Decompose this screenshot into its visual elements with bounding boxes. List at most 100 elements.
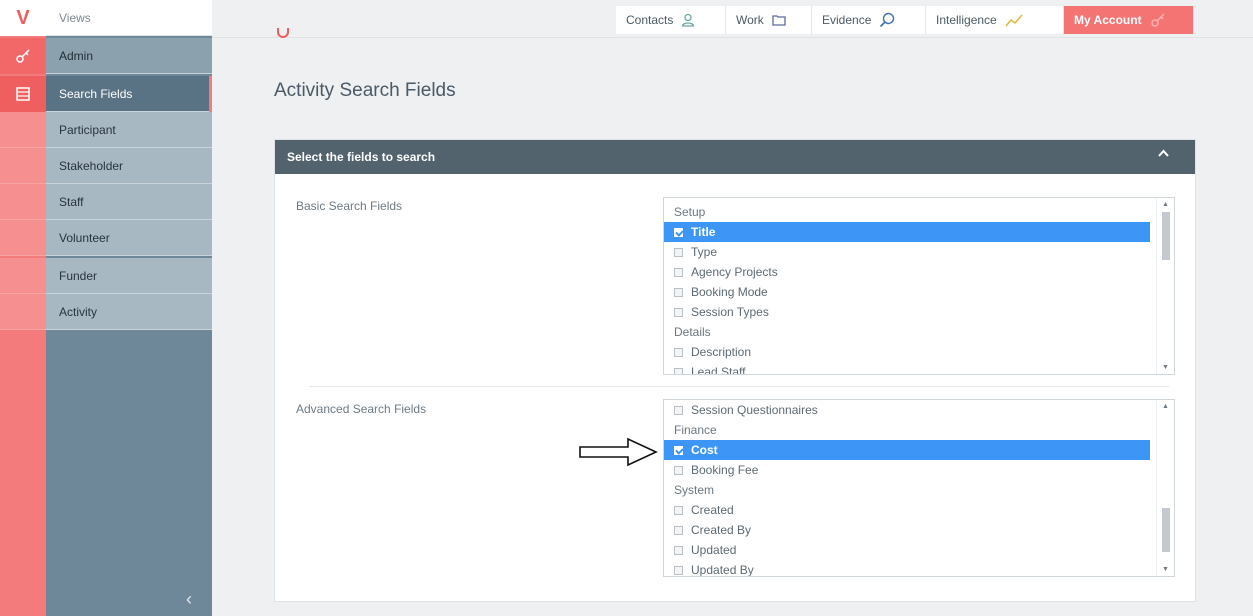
nav-work[interactable]: Work [726, 6, 812, 34]
nav-contacts[interactable]: Contacts [616, 6, 726, 34]
field-option[interactable]: Booking Fee [664, 460, 1150, 480]
search-fields-rail-button[interactable] [0, 76, 46, 112]
collapse-sidebar-button[interactable]: ‹ [186, 589, 192, 610]
checkbox[interactable] [674, 307, 683, 317]
icon-rail: V [0, 0, 46, 616]
nav-my-account-label: My Account [1074, 13, 1142, 27]
checkbox[interactable] [674, 247, 683, 257]
sidebar-item-activity[interactable]: Activity [46, 294, 212, 330]
basic-search-fields-label: Basic Search Fields [296, 199, 403, 213]
checkbox[interactable] [674, 565, 683, 575]
sidebar-item-staff[interactable]: Staff [46, 184, 212, 220]
field-option-label: Finance [674, 423, 717, 437]
views-header[interactable]: Views [46, 0, 212, 36]
checkbox[interactable] [674, 445, 683, 455]
admin-rail-button[interactable] [0, 38, 46, 74]
chevron-up-icon[interactable] [1158, 149, 1169, 157]
field-option-label: Updated By [691, 563, 754, 577]
scroll-up-arrow[interactable]: ▲ [1162, 403, 1169, 410]
page-title: Activity Search Fields [274, 80, 456, 101]
checkbox[interactable] [674, 347, 683, 357]
basic-fields-listbox[interactable]: Setup Title Type Agency Projects Booking Mod… [663, 197, 1175, 375]
field-option-label: Title [691, 225, 716, 239]
field-option-label: Session Types [691, 305, 769, 319]
field-option-label: Lead Staff [691, 365, 746, 375]
field-option-label: Booking Mode [691, 285, 768, 299]
sidebar: Views Admin Search Fields Participant St… [46, 0, 212, 616]
nav-my-account[interactable]: My Account [1064, 6, 1194, 34]
field-option[interactable]: Updated By [664, 560, 1150, 577]
checkbox[interactable] [674, 405, 683, 415]
advanced-search-fields-label: Advanced Search Fields [296, 402, 427, 416]
search-fields-panel: Select the fields to search Basic Search… [274, 139, 1196, 602]
panel-header-label: Select the fields to search [287, 150, 436, 164]
checkbox[interactable] [674, 525, 683, 535]
scroll-up-arrow[interactable]: ▲ [1162, 201, 1169, 208]
field-option-label: Created [691, 503, 734, 517]
sidebar-item-volunteer[interactable]: Volunteer [46, 220, 212, 256]
field-option-label: Booking Fee [691, 463, 759, 477]
field-option-label: Setup [674, 205, 706, 219]
checkbox[interactable] [674, 465, 683, 475]
field-option[interactable]: Type [664, 242, 1150, 262]
field-option[interactable]: Title [664, 222, 1150, 242]
field-option[interactable]: Cost [664, 440, 1150, 460]
field-option[interactable]: Session Types [664, 302, 1150, 322]
field-option[interactable]: Booking Mode [664, 282, 1150, 302]
list-icon [16, 87, 30, 101]
checkbox[interactable] [674, 367, 683, 374]
field-option[interactable]: Updated [664, 540, 1150, 560]
rail-stub [0, 184, 46, 220]
field-option[interactable]: Description [664, 342, 1150, 362]
field-option-label: Cost [691, 443, 718, 457]
option-group-label: Details [664, 322, 1150, 342]
field-option[interactable]: Agency Projects [664, 262, 1150, 282]
field-option[interactable]: Lead Staff [664, 362, 1150, 375]
divider [309, 386, 1169, 387]
arrow-right-icon [579, 437, 658, 467]
scroll-thumb[interactable] [1162, 212, 1170, 260]
panel-header[interactable]: Select the fields to search [275, 140, 1195, 174]
field-option-label: Type [691, 245, 718, 259]
checkbox[interactable] [674, 545, 683, 555]
nav-evidence-label: Evidence [822, 13, 872, 27]
option-group-label: System [664, 480, 1150, 500]
field-option[interactable]: Created By [664, 520, 1150, 540]
field-option-label: Agency Projects [691, 265, 778, 279]
sidebar-item-funder[interactable]: Funder [46, 258, 212, 294]
field-option-label: Updated [691, 543, 737, 557]
scroll-thumb[interactable] [1162, 508, 1170, 552]
key-icon [1150, 13, 1165, 27]
rail-stub [0, 294, 46, 330]
scrollbar[interactable]: ▲ ▼ [1156, 198, 1174, 374]
checkbox[interactable] [674, 267, 683, 277]
person-icon [682, 13, 695, 27]
checkbox[interactable] [674, 505, 683, 515]
nav-evidence[interactable]: Evidence [812, 6, 926, 34]
active-indicator [209, 76, 212, 112]
app-logo[interactable]: V [0, 0, 46, 36]
sidebar-item-admin[interactable]: Admin [46, 38, 212, 74]
field-option[interactable]: Session Questionnaires [664, 400, 1150, 420]
nav-work-label: Work [736, 13, 764, 27]
field-option[interactable]: Created [664, 500, 1150, 520]
trend-icon [1005, 14, 1023, 27]
scroll-down-arrow[interactable]: ▼ [1162, 364, 1169, 371]
folder-icon [772, 15, 786, 26]
checkbox[interactable] [674, 287, 683, 297]
top-navigation: Contacts Work Evidence Intelligence My A… [212, 0, 1253, 38]
sidebar-item-participant[interactable]: Participant [46, 112, 212, 148]
nav-intelligence[interactable]: Intelligence [926, 6, 1064, 34]
nav-contacts-label: Contacts [626, 13, 674, 27]
rail-stub [0, 220, 46, 256]
checkbox[interactable] [674, 227, 683, 237]
field-option-label: Session Questionnaires [691, 403, 818, 417]
rail-stub [0, 112, 46, 148]
sidebar-item-search-fields[interactable]: Search Fields [46, 76, 212, 112]
advanced-fields-listbox[interactable]: Session Questionnaires Finance Cost Booking… [663, 399, 1175, 577]
scroll-down-arrow[interactable]: ▼ [1162, 566, 1169, 573]
field-option-label: Created By [691, 523, 752, 537]
rail-stub [0, 258, 46, 294]
sidebar-item-stakeholder[interactable]: Stakeholder [46, 148, 212, 184]
scrollbar[interactable]: ▲ ▼ [1156, 400, 1174, 576]
